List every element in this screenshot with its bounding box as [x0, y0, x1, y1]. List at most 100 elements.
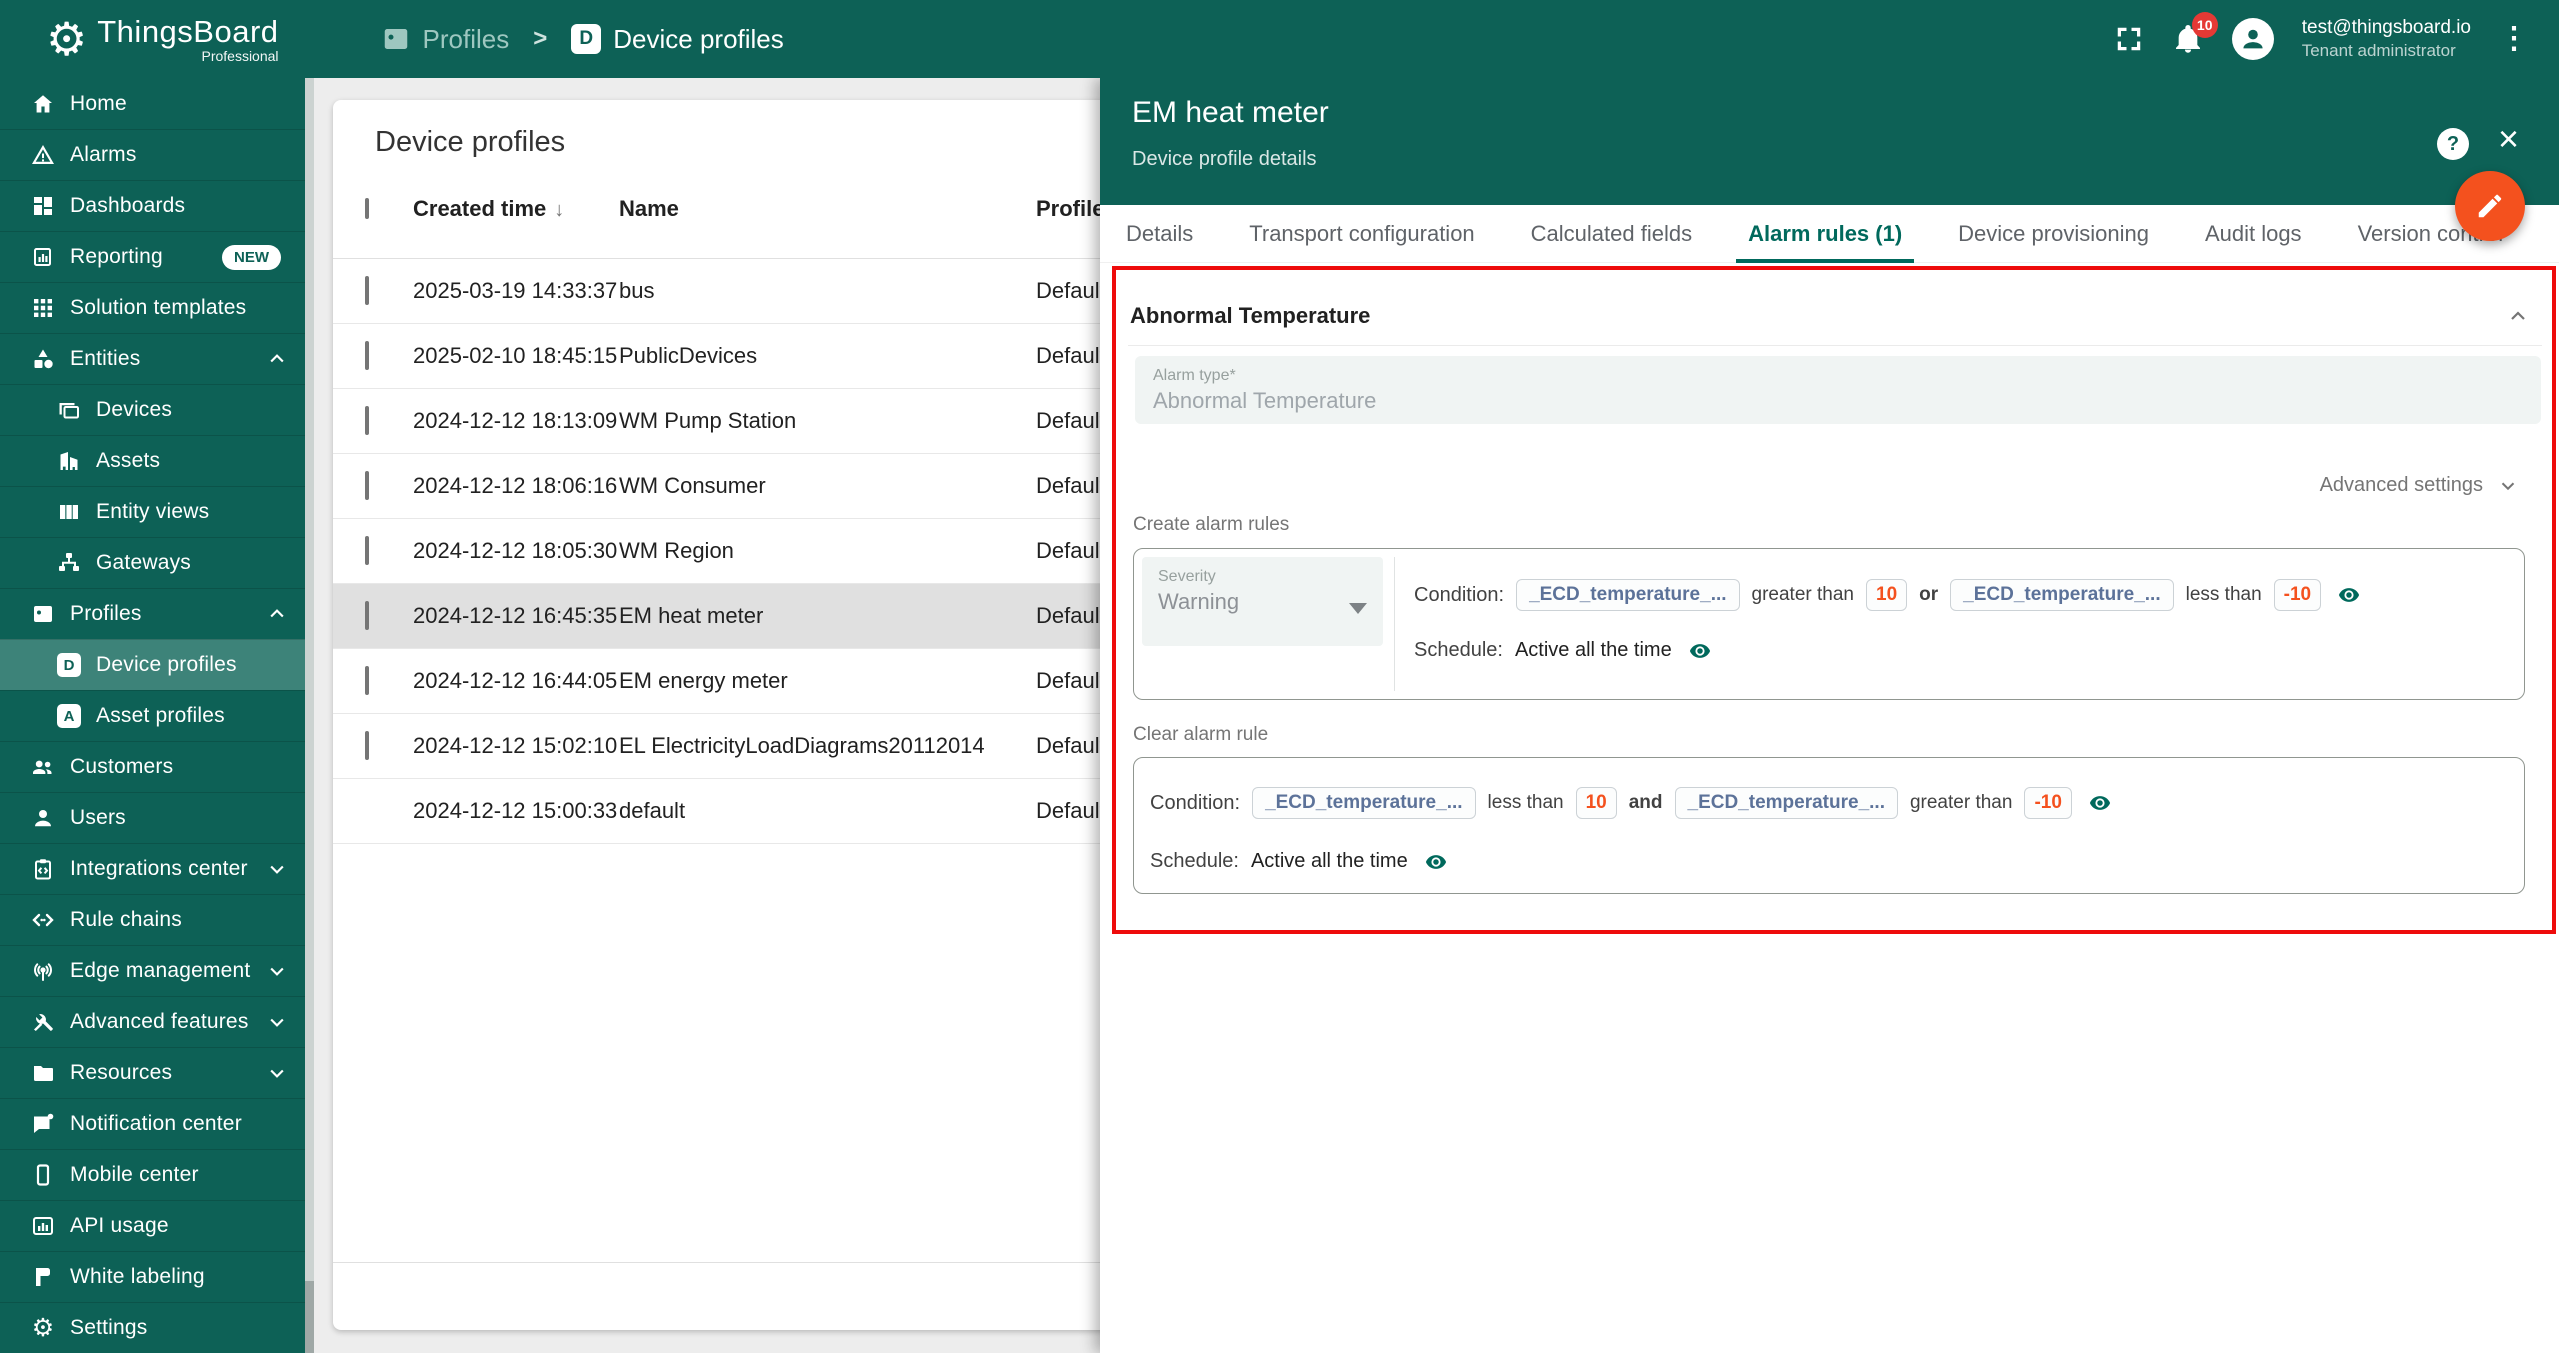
kebab-menu-icon[interactable]: ⋮: [2499, 25, 2529, 52]
create-alarm-rules-label: Create alarm rules: [1133, 514, 1289, 536]
condition-value-chip: 10: [1576, 787, 1617, 819]
avatar[interactable]: [2232, 18, 2274, 60]
sidebar-item-asset-profiles[interactable]: A Asset profiles: [0, 690, 305, 741]
thingsboard-logo[interactable]: ⚙ ThingsBoard Professional: [46, 14, 279, 64]
eye-icon[interactable]: [2333, 584, 2365, 606]
customers-icon: [30, 754, 56, 780]
reporting-icon: [30, 244, 56, 270]
sort-desc-icon: ↓: [554, 199, 564, 221]
tab-device-provisioning[interactable]: Device provisioning: [1946, 205, 2161, 263]
resources-folder-icon: [30, 1060, 56, 1086]
tab-calculated-fields[interactable]: Calculated fields: [1519, 205, 1704, 263]
sidebar-item-users[interactable]: Users: [0, 792, 305, 843]
alarms-icon: [30, 142, 56, 168]
row-checkbox[interactable]: [365, 471, 369, 500]
severity-label: Severity: [1158, 568, 1383, 586]
clear-condition-row: Condition: _ECD_temperature_... less tha…: [1150, 787, 2116, 819]
sidebar-item-mobile-center[interactable]: Mobile center: [0, 1149, 305, 1200]
account-info[interactable]: test@thingsboard.io Tenant administrator: [2302, 15, 2471, 64]
panel-header: EM heat meter Device profile details ? ×: [1100, 78, 2559, 205]
users-icon: [30, 805, 56, 831]
alarm-type-field[interactable]: Alarm type* Abnormal Temperature: [1135, 356, 2541, 424]
sidebar-item-solution-templates[interactable]: Solution templates: [0, 282, 305, 333]
column-name[interactable]: Name: [619, 196, 1036, 222]
row-checkbox[interactable]: [365, 406, 369, 435]
condition-key-chip: _ECD_temperature_...: [1950, 579, 2173, 611]
select-all-checkbox[interactable]: [365, 198, 369, 219]
condition-value-chip: -10: [2274, 579, 2321, 611]
alarm-rule-expansion-header[interactable]: Abnormal Temperature: [1130, 301, 2530, 331]
row-checkbox[interactable]: [365, 666, 369, 695]
chevron-down-icon: [267, 1012, 287, 1032]
entity-views-icon: [56, 499, 82, 525]
sidebar-item-devices[interactable]: Devices: [0, 384, 305, 435]
sidebar-item-entity-views[interactable]: Entity views: [0, 486, 305, 537]
notifications-bell[interactable]: 10: [2172, 22, 2204, 56]
tab-audit-logs[interactable]: Audit logs: [2193, 205, 2314, 263]
panel-title: EM heat meter: [1132, 96, 1329, 130]
tab-details[interactable]: Details: [1114, 205, 1205, 263]
sidebar-item-profiles[interactable]: Profiles: [0, 588, 305, 639]
white-labeling-icon: [30, 1264, 56, 1290]
sidebar-item-home[interactable]: Home: [0, 78, 305, 129]
close-icon[interactable]: ×: [2498, 118, 2519, 160]
sidebar-item-integrations-center[interactable]: Integrations center: [0, 843, 305, 894]
panel-tabs: Details Transport configuration Calculat…: [1100, 205, 2559, 263]
api-usage-icon: [30, 1213, 56, 1239]
eye-icon[interactable]: [2084, 792, 2116, 814]
sidebar-item-settings[interactable]: ⚙ Settings: [0, 1302, 305, 1353]
sidebar-item-resources[interactable]: Resources: [0, 1047, 305, 1098]
help-icon[interactable]: ?: [2437, 128, 2469, 160]
sidebar: Home Alarms Dashboards Reporting NEW Sol…: [0, 78, 305, 1353]
chevron-down-icon: [267, 859, 287, 879]
create-alarm-rule-box: Severity Warning Condition: _ECD_tempera…: [1133, 548, 2525, 700]
row-checkbox[interactable]: [365, 341, 369, 370]
sidebar-item-device-profiles[interactable]: D Device profiles: [0, 639, 305, 690]
settings-gear-icon: ⚙: [30, 1315, 56, 1341]
alarm-rule-name: Abnormal Temperature: [1130, 303, 1370, 329]
edit-fab-button[interactable]: [2455, 171, 2525, 241]
fullscreen-icon[interactable]: [2114, 24, 2144, 54]
row-checkbox[interactable]: [365, 601, 369, 630]
sidebar-item-gateways[interactable]: Gateways: [0, 537, 305, 588]
advanced-features-icon: [30, 1009, 56, 1035]
breadcrumb-profiles[interactable]: Profiles: [381, 24, 510, 55]
column-created-time[interactable]: Created time↓: [413, 196, 619, 222]
sidebar-scrollbar[interactable]: [305, 78, 314, 1353]
row-checkbox[interactable]: [365, 731, 369, 760]
sidebar-item-rule-chains[interactable]: Rule chains: [0, 894, 305, 945]
brand-subtitle: Professional: [201, 48, 278, 64]
eye-icon[interactable]: [1684, 640, 1716, 662]
tab-alarm-rules[interactable]: Alarm rules (1): [1736, 205, 1914, 263]
logo-gear-icon: ⚙: [46, 16, 87, 62]
sidebar-item-entities[interactable]: Entities: [0, 333, 305, 384]
eye-icon[interactable]: [1420, 851, 1452, 873]
sidebar-item-api-usage[interactable]: API usage: [0, 1200, 305, 1251]
breadcrumb-device-profiles[interactable]: D Device profiles: [571, 24, 784, 55]
top-header: ⚙ ThingsBoard Professional Profiles > D …: [0, 0, 2559, 78]
row-checkbox[interactable]: [365, 276, 369, 305]
breadcrumb: Profiles > D Device profiles: [381, 24, 784, 55]
clear-alarm-rule-label: Clear alarm rule: [1133, 724, 1268, 746]
sidebar-item-reporting[interactable]: Reporting NEW: [0, 231, 305, 282]
advanced-settings-toggle[interactable]: Advanced settings: [2320, 474, 2519, 497]
account-role: Tenant administrator: [2302, 40, 2471, 63]
brand-name: ThingsBoard: [97, 14, 278, 50]
tab-transport-configuration[interactable]: Transport configuration: [1237, 205, 1486, 263]
panel-subtitle: Device profile details: [1132, 148, 1317, 171]
device-profile-detail-panel: EM heat meter Device profile details ? ×…: [1100, 78, 2559, 1353]
sidebar-item-assets[interactable]: Assets: [0, 435, 305, 486]
sidebar-item-alarms[interactable]: Alarms: [0, 129, 305, 180]
sidebar-item-dashboards[interactable]: Dashboards: [0, 180, 305, 231]
sidebar-item-edge-management[interactable]: Edge management: [0, 945, 305, 996]
devices-icon: [56, 397, 82, 423]
sidebar-item-white-labeling[interactable]: White labeling: [0, 1251, 305, 1302]
row-checkbox[interactable]: [365, 536, 369, 565]
breadcrumb-separator: >: [533, 25, 547, 53]
sidebar-item-customers[interactable]: Customers: [0, 741, 305, 792]
chevron-up-icon[interactable]: [2506, 304, 2530, 328]
scrollbar-thumb[interactable]: [305, 78, 314, 1281]
severity-select[interactable]: Severity Warning: [1142, 557, 1383, 646]
sidebar-item-advanced-features[interactable]: Advanced features: [0, 996, 305, 1047]
sidebar-item-notification-center[interactable]: Notification center: [0, 1098, 305, 1149]
